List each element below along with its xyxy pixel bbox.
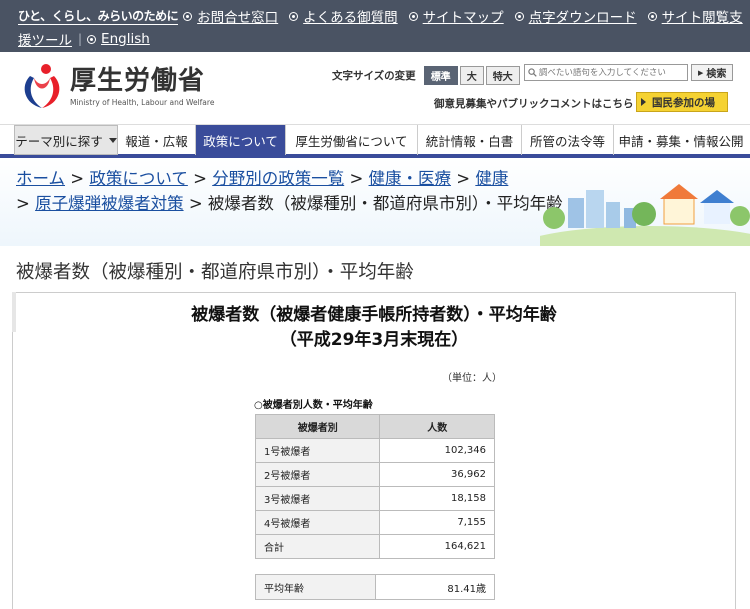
braille-download-link[interactable]: 点字ダウンロード bbox=[515, 6, 637, 26]
separator: | bbox=[78, 32, 83, 46]
row-label: 1号被爆者 bbox=[254, 438, 381, 463]
average-age-label: 平均年齢 bbox=[255, 574, 376, 600]
bullet-icon bbox=[290, 12, 298, 20]
unit-note: （単位：人） bbox=[442, 373, 502, 384]
chevron-down-icon bbox=[108, 137, 117, 143]
row-label: 3号被爆者 bbox=[254, 486, 381, 511]
section-label: ○被爆者別人数・平均年齢 bbox=[254, 400, 373, 411]
row-value: 7,155 bbox=[379, 510, 495, 535]
public-comment-link[interactable]: 御意見募集やパブリックコメントはこちら bbox=[434, 96, 634, 111]
font-size-selector: 文字サイズの変更 標準 大 特大 bbox=[332, 66, 520, 85]
table-row: 1号被爆者 102,346 bbox=[254, 438, 495, 463]
search-button-icon: ▶ bbox=[698, 68, 704, 77]
bullet-icon bbox=[184, 12, 192, 20]
table-row-total: 合計 164,621 bbox=[254, 534, 495, 559]
mhlw-logo-icon bbox=[24, 64, 60, 108]
tagline: ひと、くらし、みらいのために bbox=[18, 9, 179, 25]
row-value: 102,346 bbox=[379, 438, 495, 463]
table-row: 3号被爆者 18,158 bbox=[254, 486, 495, 511]
font-size-large-button[interactable]: 大 bbox=[459, 66, 484, 85]
arrow-right-icon bbox=[641, 98, 646, 106]
breadcrumb-health[interactable]: 健康 bbox=[475, 169, 508, 188]
row-value: 36,962 bbox=[379, 462, 495, 487]
nav-policy[interactable]: 政策について bbox=[196, 125, 286, 155]
search-input[interactable] bbox=[538, 67, 687, 78]
logo-name-en: Ministry of Health, Labour and Welfare bbox=[70, 97, 215, 107]
row-value: 18,158 bbox=[379, 486, 495, 511]
breadcrumb: ホーム > 政策について > 分野別の政策一覧 > 健康・医療 > 健康 > 原… bbox=[0, 158, 750, 246]
search-button[interactable]: ▶ 検索 bbox=[691, 64, 734, 81]
site-search: ▶ 検索 bbox=[524, 64, 734, 81]
bullet-icon bbox=[409, 12, 417, 20]
accessibility-tool-link-cont[interactable]: 援ツール bbox=[18, 29, 72, 49]
bullet-icon bbox=[88, 35, 96, 43]
site-header: 厚生労働省 Ministry of Health, Labour and Wel… bbox=[0, 52, 750, 124]
logo-name-jp: 厚生労働省 bbox=[70, 65, 206, 96]
english-link[interactable]: English bbox=[88, 31, 150, 47]
survivors-table: 被爆者別 人数 1号被爆者 102,346 2号被爆者 36,962 3号被爆者… bbox=[254, 414, 495, 559]
utility-bar: ひと、くらし、みらいのために お問合せ窓口 よくある御質問 サイトマップ 点字ダ… bbox=[0, 0, 750, 52]
search-icon bbox=[528, 68, 537, 77]
average-age-value: 81.41歳 bbox=[375, 574, 495, 600]
document-title: 被爆者数（被爆者健康手帳所持者数）・平均年齢 （平成29年3月末現在） bbox=[191, 305, 557, 350]
bullet-icon bbox=[648, 12, 656, 20]
faq-link[interactable]: よくある御質問 bbox=[290, 6, 398, 26]
utility-row-2: 援ツール | English bbox=[18, 29, 162, 49]
accessibility-tool-link[interactable]: サイト閲覧支 bbox=[648, 6, 743, 26]
row-label: 4号被爆者 bbox=[254, 510, 381, 535]
font-size-label: 文字サイズの変更 bbox=[332, 70, 416, 82]
bullet-icon bbox=[515, 12, 523, 20]
table-row: 平均年齢 81.41歳 bbox=[255, 574, 495, 600]
contact-link[interactable]: お問合せ窓口 bbox=[184, 6, 278, 26]
average-age-table: 平均年齢 81.41歳 bbox=[255, 574, 495, 600]
page-title: 被爆者数（被爆種別・都道府県市別）・平均年齢 bbox=[16, 262, 414, 283]
sitemap-link[interactable]: サイトマップ bbox=[409, 6, 504, 26]
nav-theme-search[interactable]: テーマ別に探す bbox=[14, 125, 118, 155]
table-row: 4号被爆者 7,155 bbox=[254, 510, 495, 535]
font-size-xlarge-button[interactable]: 特大 bbox=[485, 66, 520, 85]
site-logo[interactable]: 厚生労働省 Ministry of Health, Labour and Wel… bbox=[20, 62, 214, 110]
global-nav: テーマ別に探す 報道・広報 政策について 厚生労働省について 統計情報・白書 所… bbox=[0, 124, 750, 158]
nav-press[interactable]: 報道・広報 bbox=[118, 125, 196, 155]
table-header-category: 被爆者別 bbox=[254, 414, 381, 439]
nav-applications[interactable]: 申請・募集・情報公開 bbox=[614, 125, 748, 155]
nav-statistics[interactable]: 統計情報・白書 bbox=[418, 125, 522, 155]
breadcrumb-policy[interactable]: 政策について bbox=[89, 169, 188, 188]
breadcrumb-policy-list[interactable]: 分野別の政策一覧 bbox=[212, 169, 344, 188]
public-participation-button[interactable]: 国民参加の場 bbox=[636, 92, 728, 112]
row-label: 2号被爆者 bbox=[254, 462, 381, 487]
font-size-standard-button[interactable]: 標準 bbox=[423, 66, 458, 85]
breadcrumb-home[interactable]: ホーム bbox=[16, 169, 65, 188]
utility-row-1: ひと、くらし、みらいのために お問合せ窓口 よくある御質問 サイトマップ 点字ダ… bbox=[18, 6, 750, 26]
row-label: 合計 bbox=[254, 534, 381, 559]
breadcrumb-health-medical[interactable]: 健康・医療 bbox=[369, 169, 452, 188]
table-header-count: 人数 bbox=[379, 414, 495, 439]
breadcrumb-current: 被爆者数（被爆種別・都道府県市別）・平均年齢 bbox=[207, 194, 563, 213]
nav-about[interactable]: 厚生労働省について bbox=[286, 125, 418, 155]
nav-laws[interactable]: 所管の法令等 bbox=[522, 125, 614, 155]
row-value: 164,621 bbox=[379, 534, 495, 559]
table-row: 2号被爆者 36,962 bbox=[254, 462, 495, 487]
breadcrumb-atomic-bomb[interactable]: 原子爆弾被爆者対策 bbox=[35, 194, 184, 213]
table-header-row: 被爆者別 人数 bbox=[254, 414, 495, 439]
town-illustration bbox=[540, 184, 750, 246]
